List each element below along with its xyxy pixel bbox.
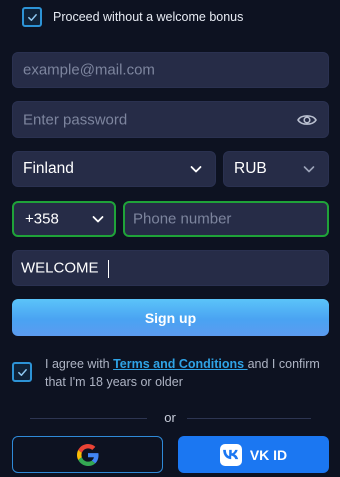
email-field[interactable]: example@mail.com <box>12 52 329 88</box>
google-icon <box>76 443 99 466</box>
chevron-down-icon <box>303 166 315 173</box>
divider-line <box>30 418 147 419</box>
eye-icon[interactable] <box>297 113 317 127</box>
currency-value: RUB <box>234 160 267 177</box>
terms-text: I agree with Terms and Conditions and I … <box>45 355 320 391</box>
terms-agreement: I agree with Terms and Conditions and I … <box>12 352 332 392</box>
sign-up-button[interactable]: Sign up <box>12 299 329 336</box>
text-cursor <box>108 260 109 278</box>
phone-field[interactable]: Phone number <box>123 201 329 237</box>
password-field[interactable]: Enter password <box>12 101 329 138</box>
country-select[interactable]: Finland <box>12 151 216 187</box>
country-value: Finland <box>23 160 74 177</box>
checkmark-icon <box>17 368 27 376</box>
signup-form: Proceed without a welcome bonus example@… <box>0 0 340 477</box>
no-bonus-checkbox[interactable] <box>22 7 42 27</box>
checkmark-icon <box>27 13 37 21</box>
phone-code-select[interactable]: +358 <box>12 201 116 237</box>
phone-placeholder: Phone number <box>133 210 232 228</box>
currency-select[interactable]: RUB <box>223 151 329 187</box>
terms-link[interactable]: Terms and Conditions <box>113 357 248 371</box>
promo-code-field[interactable]: WELCOME <box>12 250 329 286</box>
or-divider-text: or <box>164 410 176 425</box>
phone-code-value: +358 <box>25 210 59 228</box>
email-placeholder: example@mail.com <box>23 61 155 79</box>
vk-id-button[interactable]: VK ID <box>178 436 329 473</box>
vk-icon <box>219 443 242 466</box>
vk-id-label: VK ID <box>249 446 288 463</box>
no-bonus-label: Proceed without a welcome bonus <box>53 10 244 24</box>
terms-checkbox[interactable] <box>12 362 32 382</box>
chevron-down-icon <box>92 216 104 223</box>
chevron-down-icon <box>190 166 202 173</box>
terms-text-before: I agree with <box>45 357 114 371</box>
google-signin-button[interactable] <box>12 436 163 473</box>
divider-line <box>187 418 311 419</box>
password-placeholder: Enter password <box>23 111 128 128</box>
promo-code-value: WELCOME <box>21 259 99 277</box>
